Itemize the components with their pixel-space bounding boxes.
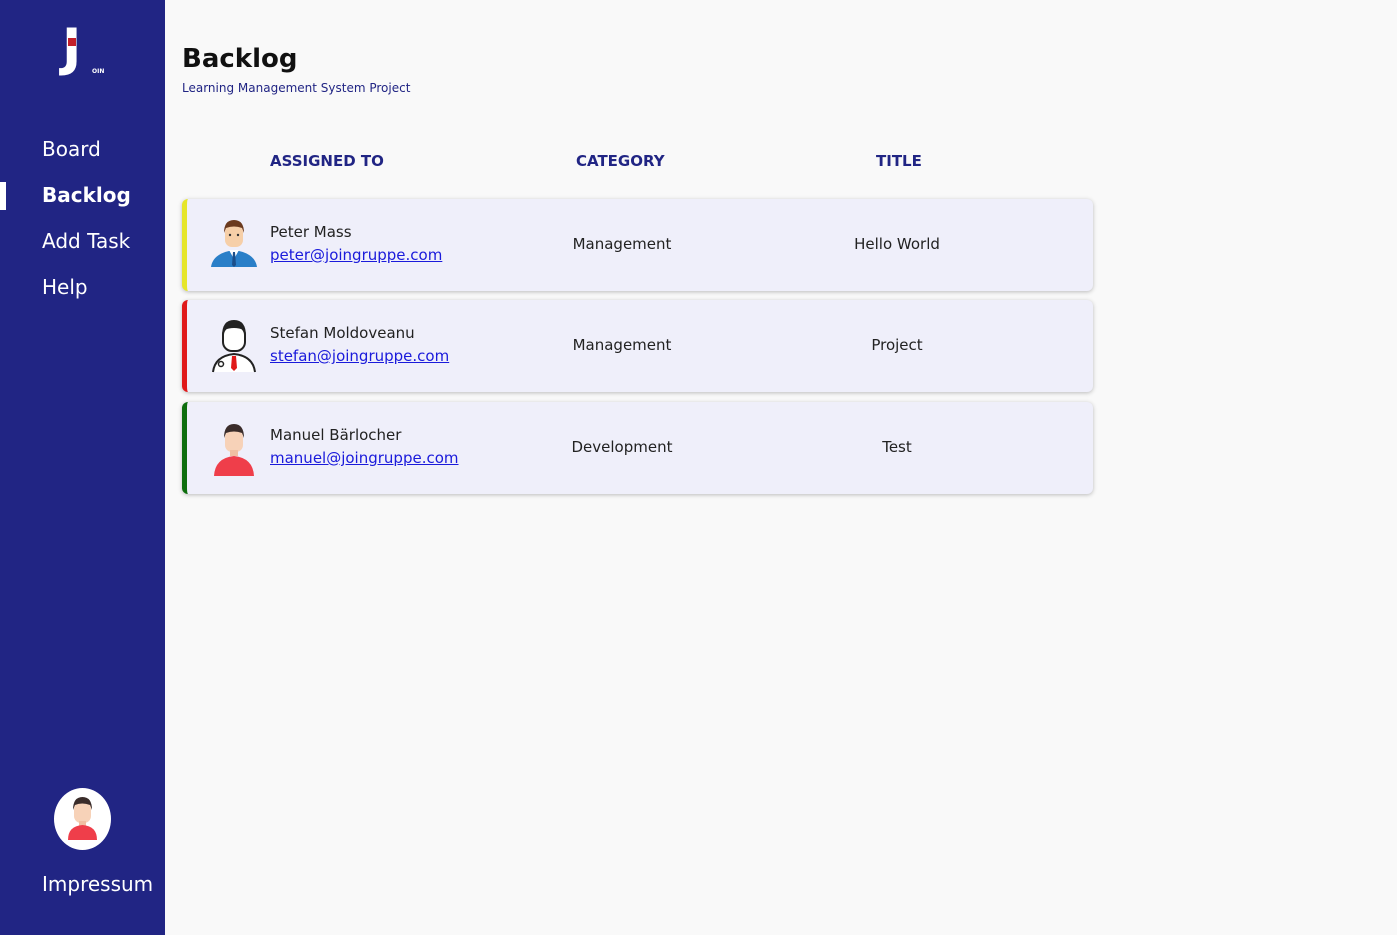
header-title: TITLE [876, 152, 922, 170]
nav-item-help[interactable]: Help [0, 274, 165, 320]
main-nav: Board Backlog Add Task Help [0, 136, 165, 320]
user-avatar-icon [214, 424, 254, 476]
page-subtitle: Learning Management System Project [182, 81, 411, 95]
backlog-row[interactable]: Stefan Moldoveanu stefan@joingruppe.com … [182, 300, 1093, 392]
join-logo[interactable]: J OIN [60, 22, 106, 78]
nav-item-add-task[interactable]: Add Task [0, 228, 165, 274]
backlog-row[interactable]: Peter Mass peter@joingruppe.com Manageme… [182, 199, 1093, 291]
assignee-name: Stefan Moldoveanu [270, 324, 415, 342]
businessman-avatar-icon [211, 220, 257, 267]
header-assigned-to: ASSIGNED TO [270, 152, 384, 170]
nav-item-board[interactable]: Board [0, 136, 165, 182]
task-title: Test [882, 438, 912, 456]
nav-item-backlog[interactable]: Backlog [0, 182, 165, 228]
task-category: Development [571, 438, 673, 456]
user-avatar-icon [68, 797, 97, 840]
logo-letter: J [62, 18, 82, 78]
logo-suffix: OIN [92, 68, 105, 75]
user-avatar[interactable] [54, 788, 111, 850]
task-category: Management [572, 235, 672, 253]
doctor-avatar-icon [212, 320, 256, 373]
impressum-link[interactable]: Impressum [42, 872, 153, 896]
assignee-name: Manuel Bärlocher [270, 426, 402, 444]
header-category: CATEGORY [576, 152, 665, 170]
assignee-name: Peter Mass [270, 223, 352, 241]
task-title: Project [871, 336, 923, 354]
task-category: Management [572, 336, 672, 354]
sidebar: J OIN Board Backlog Add Task Help Impres… [0, 0, 165, 935]
logo-accent [68, 38, 76, 46]
page-title: Backlog [182, 44, 298, 74]
assignee-email-link[interactable]: peter@joingruppe.com [270, 246, 442, 264]
assignee-email-link[interactable]: stefan@joingruppe.com [270, 347, 449, 365]
backlog-row[interactable]: Manuel Bärlocher manuel@joingruppe.com D… [182, 402, 1093, 494]
assignee-email-link[interactable]: manuel@joingruppe.com [270, 449, 459, 467]
task-title: Hello World [854, 235, 940, 253]
